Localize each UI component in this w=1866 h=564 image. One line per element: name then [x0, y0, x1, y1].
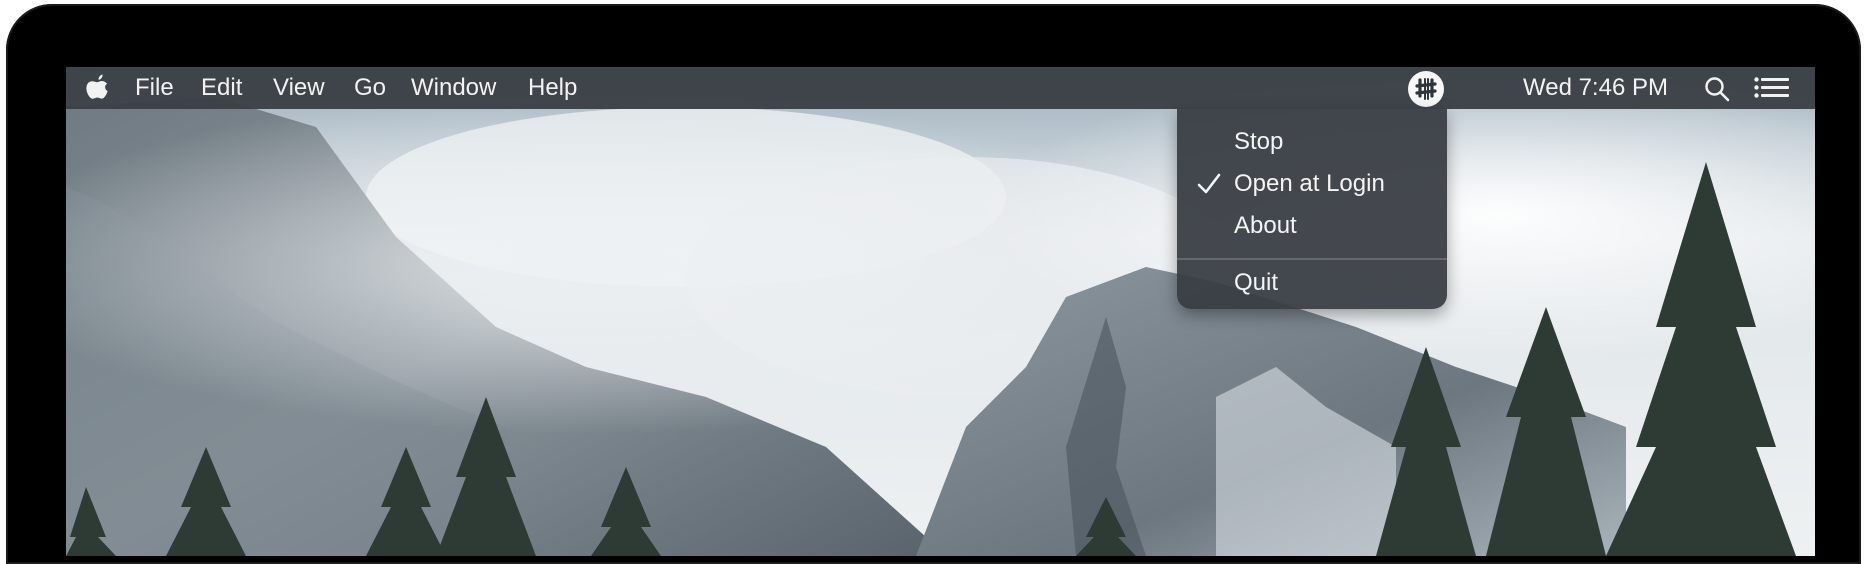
menu-file[interactable]: File	[135, 67, 174, 109]
checkmark-icon	[1197, 173, 1221, 194]
desktop-wallpaper	[66, 67, 1815, 556]
menu-item-open-at-login[interactable]: Open at Login	[1177, 163, 1447, 205]
laptop-bezel: File Edit View Go Window Help Wed 7:46 P…	[6, 4, 1861, 564]
menu-bar: File Edit View Go Window Help Wed 7:46 P…	[66, 67, 1815, 109]
app-glyph-icon	[1409, 72, 1443, 106]
menu-item-stop[interactable]: Stop	[1177, 121, 1447, 163]
menu-go[interactable]: Go	[354, 67, 386, 109]
menu-item-quit[interactable]: Quit	[1177, 262, 1447, 304]
menu-view[interactable]: View	[273, 67, 325, 109]
menu-window[interactable]: Window	[411, 67, 496, 109]
notification-center-icon[interactable]	[1754, 77, 1790, 99]
menu-item-label: Stop	[1234, 128, 1284, 155]
app-dropdown-menu: Stop Open at Login About Quit	[1177, 109, 1447, 309]
menu-help[interactable]: Help	[528, 67, 577, 109]
menu-item-label: About	[1234, 212, 1297, 239]
menu-item-label: Open at Login	[1234, 170, 1385, 197]
menu-separator	[1177, 258, 1447, 260]
menu-item-label: Quit	[1234, 269, 1279, 296]
search-icon[interactable]	[1704, 76, 1730, 102]
menu-item-about[interactable]: About	[1177, 205, 1447, 247]
apple-icon[interactable]	[84, 73, 110, 103]
app-status-icon[interactable]	[1408, 71, 1444, 107]
clock[interactable]: Wed 7:46 PM	[1523, 67, 1668, 109]
screen: File Edit View Go Window Help Wed 7:46 P…	[66, 67, 1815, 556]
menu-edit[interactable]: Edit	[201, 67, 242, 109]
